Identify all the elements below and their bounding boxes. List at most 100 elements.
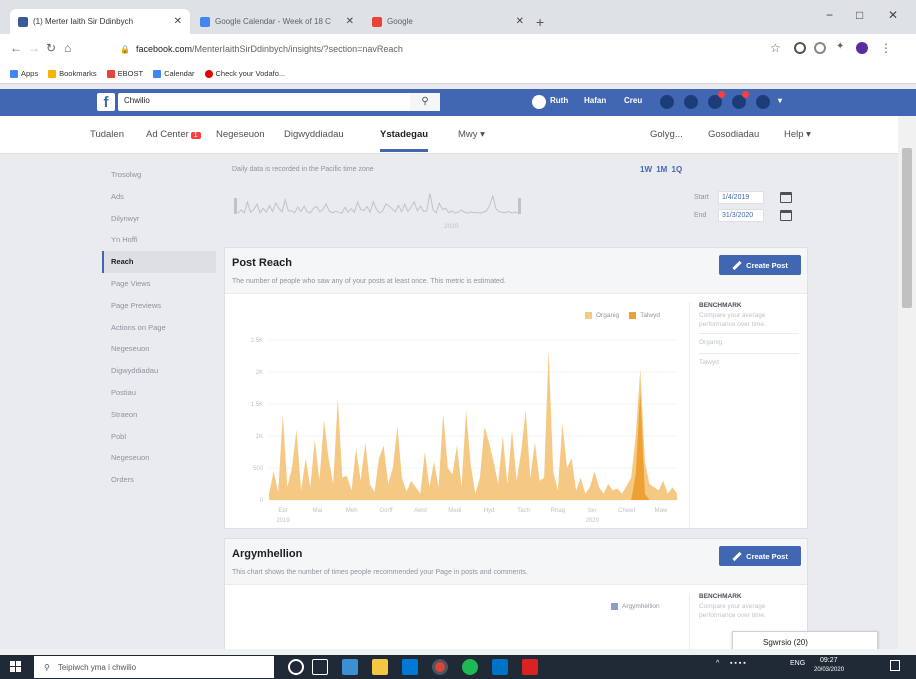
app-icon[interactable]: [462, 659, 478, 675]
file-explorer-icon[interactable]: [372, 659, 388, 675]
benchmark-row[interactable]: Talwyd: [699, 353, 799, 369]
tab-mwy[interactable]: Mwy ▾: [458, 129, 485, 140]
tab-digwyddiadau[interactable]: Digwyddiadau: [284, 129, 344, 140]
benchmark-panel: BENCHMARK Compare your average performan…: [689, 302, 807, 528]
new-tab-button[interactable]: +: [536, 14, 544, 30]
sidebar-item[interactable]: Actions on Page: [102, 317, 216, 339]
profile-avatar[interactable]: [856, 42, 868, 54]
facebook-search-input[interactable]: Chwilio: [118, 93, 440, 111]
bookmark-apps[interactable]: Apps: [10, 69, 38, 78]
range-preset-buttons[interactable]: 1W 1M 1Q: [640, 165, 682, 174]
chrome-icon[interactable]: [432, 659, 448, 675]
sidebar-item[interactable]: Page Views: [102, 273, 216, 295]
sidebar-item[interactable]: Yn Hoffi: [102, 229, 216, 251]
sidebar-item[interactable]: Digwyddiadau: [102, 360, 216, 382]
messenger-icon[interactable]: [684, 95, 698, 109]
tray-chevron-icon[interactable]: ^: [716, 660, 719, 667]
app-icon[interactable]: [342, 659, 358, 675]
calendar-icon[interactable]: [780, 210, 792, 221]
url-path: /MenterIaithSirDdinbych/insights/?sectio…: [192, 44, 403, 54]
task-view-icon[interactable]: [312, 659, 328, 675]
acrobat-icon[interactable]: [522, 659, 538, 675]
search-icon[interactable]: ⚲: [410, 93, 440, 111]
close-tab-icon[interactable]: ✕: [510, 16, 524, 27]
browser-tab-calendar[interactable]: Google Calendar - Week of 18 C ✕: [192, 9, 362, 34]
help-icon[interactable]: [756, 95, 770, 109]
close-tab-icon[interactable]: ✕: [168, 16, 182, 27]
chrome-menu-icon[interactable]: ⋮: [880, 41, 892, 55]
forward-arrow-icon[interactable]: →: [28, 41, 40, 55]
sidebar-item[interactable]: Negeseuon: [102, 447, 216, 469]
overview-sparkline[interactable]: [230, 184, 660, 224]
maximize-button[interactable]: □: [856, 8, 863, 22]
range-handle-right[interactable]: [518, 198, 521, 214]
sidebar-item[interactable]: Dilynwyr: [102, 208, 216, 230]
windows-start-icon[interactable]: [10, 661, 22, 673]
profile-avatar[interactable]: [532, 95, 546, 109]
browser-tab-facebook[interactable]: (1) Merter Iaith Sir Ddinbych ✕: [10, 9, 190, 34]
extension-icon[interactable]: [794, 42, 806, 54]
tray-icons[interactable]: ▪ ▪ ▪ ▪: [730, 660, 746, 667]
end-date-input[interactable]: 31/3/2020: [718, 209, 764, 222]
extension-pin-icon[interactable]: ✦: [836, 41, 844, 52]
sidebar-item[interactable]: Ads: [102, 186, 216, 208]
cortana-icon[interactable]: [288, 659, 304, 675]
sidebar-item[interactable]: Orders: [102, 469, 216, 491]
back-arrow-icon[interactable]: ←: [10, 41, 22, 55]
chart-legend: Argymhellion: [611, 603, 660, 610]
extension-icon[interactable]: [814, 42, 826, 54]
tab-ystadegau[interactable]: Ystadegau: [380, 129, 429, 152]
profile-link[interactable]: Ruth: [550, 96, 568, 105]
tab-ad-center[interactable]: Ad Center 1: [146, 129, 201, 140]
create-post-button[interactable]: Create Post: [719, 255, 801, 275]
home-link[interactable]: Hafan: [584, 96, 606, 105]
range-handle-left[interactable]: [234, 198, 237, 214]
address-bar[interactable]: 🔒 facebook.com /MenterIaithSirDdinbych/i…: [108, 38, 768, 60]
account-menu-chevron-icon[interactable]: ▾: [778, 96, 782, 105]
tab-tudalen[interactable]: Tudalen: [90, 129, 124, 140]
scrollbar-thumb[interactable]: [902, 148, 912, 308]
tab-golygu[interactable]: Golyg...: [650, 129, 683, 140]
sidebar-item[interactable]: Reach: [102, 251, 216, 273]
sidebar-item[interactable]: Postiau: [102, 382, 216, 404]
close-window-button[interactable]: ✕: [888, 8, 898, 22]
tab-negeseuon[interactable]: Negeseuon: [216, 129, 265, 140]
language-indicator[interactable]: ENG: [790, 660, 805, 667]
clock-date[interactable]: 20/03/2020: [814, 667, 844, 673]
bookmark-ebost[interactable]: EBOST: [106, 69, 143, 78]
tab-help[interactable]: Help ▾: [784, 129, 811, 140]
taskbar-search-input[interactable]: ⚲ Teipiwch yma i chwilio: [34, 656, 274, 678]
benchmark-row[interactable]: Organig: [699, 333, 799, 349]
start-date-input[interactable]: 1/4/2019: [718, 191, 764, 204]
close-tab-icon[interactable]: ✕: [340, 16, 354, 27]
create-post-button[interactable]: Create Post: [719, 546, 801, 566]
sidebar-item[interactable]: Page Previews: [102, 295, 216, 317]
post-reach-chart[interactable]: 0 500 1K 1.5K 2K 2.5K Ebr 2019 Mai Meh Gorff Awst Me…: [225, 248, 689, 530]
minimize-button[interactable]: −: [826, 8, 833, 22]
lock-icon: 🔒: [120, 44, 130, 54]
sidebar-item[interactable]: Trosolwg: [102, 164, 216, 186]
bookmark-calendar[interactable]: Calendar: [153, 69, 195, 78]
create-link[interactable]: Creu: [624, 96, 642, 105]
clock-time[interactable]: 09:27: [820, 657, 838, 664]
sidebar-item[interactable]: Straeon: [102, 404, 216, 426]
pencil-icon: [732, 260, 742, 270]
bookmark-bookmarks[interactable]: Bookmarks: [48, 69, 97, 78]
sidebar-item[interactable]: Negeseuon: [102, 338, 216, 360]
sidebar-item[interactable]: Pobl: [102, 426, 216, 448]
browser-tab-title: (1) Merter Iaith Sir Ddinbych: [33, 17, 134, 26]
app-icon[interactable]: [402, 659, 418, 675]
tab-gosodiadau[interactable]: Gosodiadau: [708, 129, 759, 140]
calendar-icon[interactable]: [780, 192, 792, 203]
facebook-logo-icon[interactable]: f: [97, 93, 115, 111]
bookmark-star-icon[interactable]: ☆: [770, 41, 781, 55]
action-center-icon[interactable]: [890, 660, 900, 671]
bookmark-vodafone[interactable]: Check your Vodafo...: [204, 69, 285, 78]
home-icon[interactable]: ⌂: [64, 41, 71, 55]
sparkline-axis-label: 2020: [444, 223, 459, 230]
browser-tab-google[interactable]: Google ✕: [364, 9, 532, 34]
x-tick-label: Tach: [517, 508, 530, 514]
outlook-icon[interactable]: [492, 659, 508, 675]
friends-icon[interactable]: [660, 95, 674, 109]
reload-icon[interactable]: ↻: [46, 41, 56, 55]
